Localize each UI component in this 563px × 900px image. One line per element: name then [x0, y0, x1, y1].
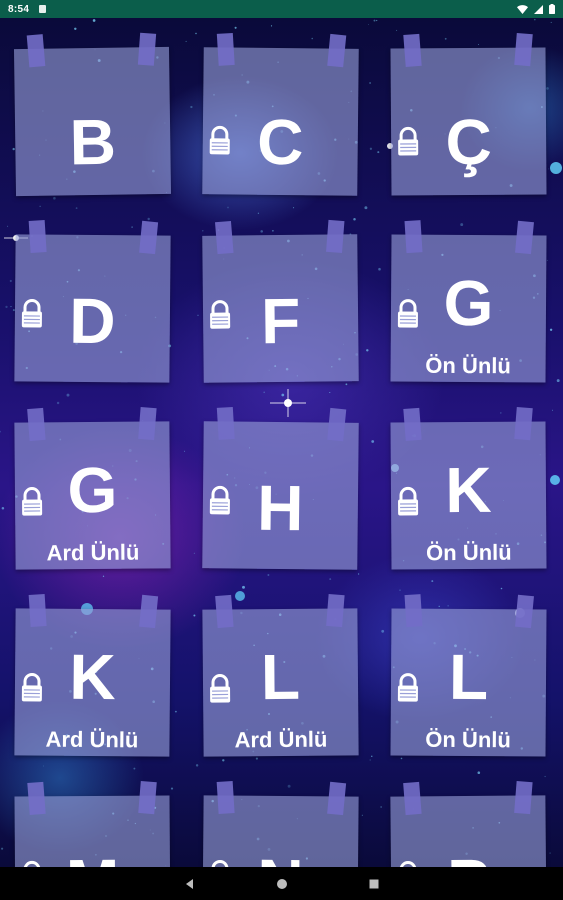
card-letter: N: [203, 846, 359, 867]
tape: [327, 407, 347, 442]
letter-card-k-back[interactable]: K Ard Ünlü: [14, 594, 171, 757]
card-letter: G: [67, 453, 118, 527]
tape: [327, 781, 347, 816]
letter-card-f[interactable]: F: [202, 219, 359, 383]
card-letter: L: [260, 640, 301, 714]
card-letter: C: [256, 105, 304, 179]
letter-card-p[interactable]: P: [390, 780, 547, 867]
card-sublabel: Ard Ünlü: [234, 726, 328, 753]
status-bar: 8:54: [0, 0, 563, 18]
tape: [403, 781, 422, 816]
letter-card-g-front[interactable]: G Ön Ünlü: [390, 220, 547, 383]
tape: [27, 407, 46, 442]
tape: [137, 32, 157, 66]
tape: [28, 220, 47, 253]
tape: [403, 407, 422, 441]
letter-card-k-front[interactable]: K Ön Ünlü: [390, 407, 547, 570]
battery-icon: [549, 4, 555, 14]
card-sublabel: Ön Ünlü: [425, 352, 511, 379]
notification-icon: [39, 5, 47, 13]
letter-card-l-front[interactable]: L Ön Ünlü: [390, 594, 547, 757]
tape: [515, 594, 534, 629]
tape: [326, 219, 345, 253]
wifi-icon: [517, 4, 528, 14]
card-letter: K: [445, 453, 492, 527]
tape: [514, 33, 533, 67]
letter-card-d[interactable]: D: [14, 220, 171, 383]
tape: [404, 594, 423, 628]
tape: [139, 220, 159, 255]
letter-card-m[interactable]: M: [14, 781, 171, 867]
tape: [404, 220, 423, 254]
tape: [327, 33, 347, 68]
letter-card-l-back[interactable]: L Ard Ünlü: [202, 593, 359, 757]
navigation-bar: [0, 867, 563, 900]
back-icon[interactable]: [184, 878, 196, 890]
card-sublabel: Ard Ünlü: [45, 726, 139, 753]
tape: [28, 594, 47, 627]
card-sublabel: Ön Ünlü: [426, 539, 512, 566]
tape: [214, 220, 234, 255]
tape: [27, 781, 46, 815]
card-sublabel: Ön Ünlü: [425, 726, 511, 753]
card-letter: Ç: [445, 105, 493, 179]
letter-grid: B C Ç D F G Ön Ünlü G Ard Ünlü H K Ön Ün…: [0, 18, 563, 867]
tape: [139, 594, 159, 629]
card-letter: L: [448, 640, 489, 714]
tape: [138, 781, 157, 815]
card-letter: B: [69, 105, 117, 179]
recents-icon[interactable]: [368, 878, 380, 890]
tape: [514, 780, 533, 815]
tape: [216, 32, 235, 66]
card-letter: D: [68, 284, 116, 358]
signal-icon: [534, 4, 543, 14]
letter-card-h[interactable]: H: [202, 406, 359, 570]
letter-card-n[interactable]: N: [202, 781, 359, 867]
card-letter: H: [256, 471, 304, 545]
card-sublabel: Ard Ünlü: [46, 539, 140, 566]
tape: [216, 781, 235, 814]
tape: [26, 34, 46, 68]
tape: [138, 406, 157, 441]
tape: [216, 406, 235, 440]
card-letter: G: [443, 266, 494, 340]
status-time: 8:54: [8, 3, 30, 15]
card-letter: P: [391, 846, 547, 867]
card-letter: M: [15, 846, 170, 867]
letter-card-c-cedilla[interactable]: Ç: [390, 33, 547, 196]
card-letter: F: [260, 284, 301, 358]
letter-card-b[interactable]: B: [13, 32, 172, 197]
letter-card-g-back[interactable]: G Ard Ünlü: [14, 406, 171, 570]
tape: [326, 593, 345, 628]
card-letter: K: [69, 640, 116, 714]
tape: [515, 220, 534, 255]
letter-card-c[interactable]: C: [202, 32, 359, 196]
tape: [514, 407, 533, 441]
tape: [403, 33, 422, 67]
tape: [215, 594, 234, 629]
home-icon[interactable]: [276, 878, 288, 890]
